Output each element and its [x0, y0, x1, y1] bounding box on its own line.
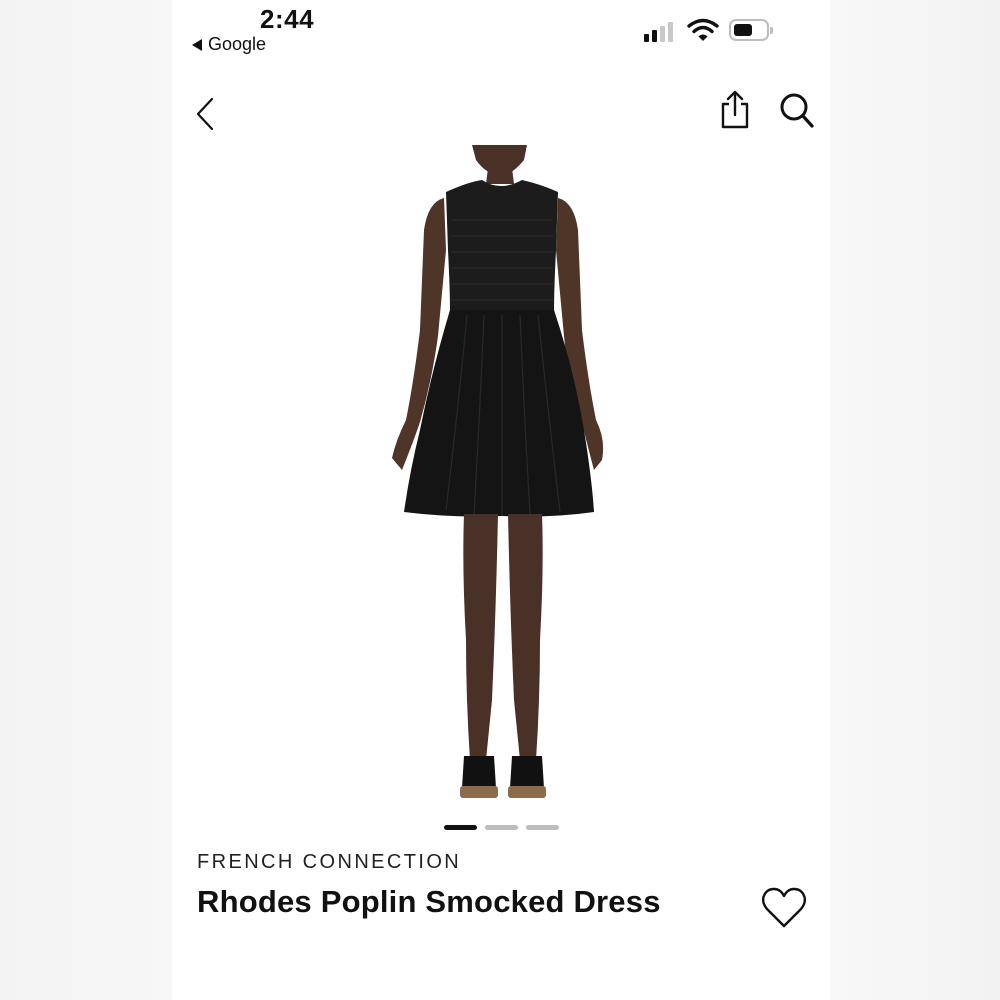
product-title: Rhodes Poplin Smocked Dress	[197, 884, 661, 919]
phone-screen: 2:44 Google FRENCH CONNECTION Rhodes Pop…	[172, 0, 830, 1000]
battery-icon	[729, 19, 773, 41]
status-time: 2:44	[260, 4, 315, 34]
carousel-dot-3[interactable]	[526, 825, 559, 830]
image-carousel-indicator[interactable]	[444, 825, 559, 830]
share-icon[interactable]	[718, 88, 752, 130]
background-right	[830, 0, 1000, 1000]
carousel-dot-1[interactable]	[444, 825, 477, 830]
wifi-icon	[687, 18, 719, 41]
carousel-dot-2[interactable]	[485, 825, 518, 830]
background-left	[0, 0, 172, 1000]
return-app-label: Google	[208, 34, 267, 54]
product-image[interactable]	[362, 140, 642, 810]
brand-name[interactable]: FRENCH CONNECTION	[197, 851, 461, 874]
return-to-app-link[interactable]: Google	[192, 34, 266, 55]
heart-outline-icon[interactable]	[761, 886, 807, 930]
chevron-left-icon[interactable]	[192, 94, 220, 134]
cellular-signal-icon	[644, 20, 673, 42]
back-triangle-icon	[192, 38, 202, 51]
search-icon[interactable]	[778, 90, 816, 130]
